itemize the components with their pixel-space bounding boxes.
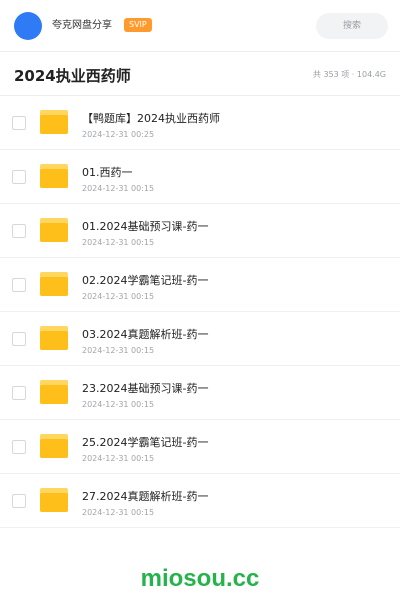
avatar[interactable] (14, 12, 42, 40)
folder-icon (40, 380, 68, 404)
list-item[interactable]: 01.西药一 2024-12-31 00:15 (0, 150, 400, 204)
file-date: 2024-12-31 00:25 (82, 130, 155, 139)
folder-icon (40, 110, 68, 134)
file-name: 27.2024真题解析班-药一 (82, 490, 209, 503)
top-bar: 夸克网盘分享 SVIP 搜索 (0, 0, 400, 52)
file-name: 03.2024真题解析班-药一 (82, 328, 209, 341)
file-list: 【鸭题库】2024执业西药师 2024-12-31 00:25 01.西药一 2… (0, 96, 400, 528)
row-checkbox[interactable] (12, 440, 26, 454)
file-date: 2024-12-31 00:15 (82, 292, 155, 301)
list-item[interactable]: 23.2024基础预习课-药一 2024-12-31 00:15 (0, 366, 400, 420)
file-date: 2024-12-31 00:15 (82, 238, 155, 247)
row-checkbox[interactable] (12, 116, 26, 130)
list-item[interactable]: 【鸭题库】2024执业西药师 2024-12-31 00:25 (0, 96, 400, 150)
file-date: 2024-12-31 00:15 (82, 400, 155, 409)
watermark: miosou.cc (140, 565, 260, 592)
list-item[interactable]: 25.2024学霸笔记班-药一 2024-12-31 00:15 (0, 420, 400, 474)
file-name: 01.西药一 (82, 166, 133, 179)
folder-icon (40, 488, 68, 512)
row-checkbox[interactable] (12, 494, 26, 508)
file-name: 25.2024学霸笔记班-药一 (82, 436, 209, 449)
folder-icon (40, 326, 68, 350)
file-date: 2024-12-31 00:15 (82, 454, 155, 463)
folder-icon (40, 218, 68, 242)
file-date: 2024-12-31 00:15 (82, 508, 155, 517)
row-checkbox[interactable] (12, 386, 26, 400)
list-item[interactable]: 27.2024真题解析班-药一 2024-12-31 00:15 (0, 474, 400, 528)
svip-badge: SVIP (124, 18, 152, 32)
list-item[interactable]: 01.2024基础预习课-药一 2024-12-31 00:15 (0, 204, 400, 258)
list-item[interactable]: 03.2024真题解析班-药一 2024-12-31 00:15 (0, 312, 400, 366)
username: 夸克网盘分享 (52, 20, 112, 31)
file-name: 02.2024学霸笔记班-药一 (82, 274, 209, 287)
list-item[interactable]: 02.2024学霸笔记班-药一 2024-12-31 00:15 (0, 258, 400, 312)
file-date: 2024-12-31 00:15 (82, 346, 155, 355)
folder-icon (40, 434, 68, 458)
row-checkbox[interactable] (12, 170, 26, 184)
file-name: 【鸭题库】2024执业西药师 (82, 112, 220, 125)
row-checkbox[interactable] (12, 278, 26, 292)
file-name: 01.2024基础预习课-药一 (82, 220, 209, 233)
page-title: 2024执业西药师 (14, 67, 131, 85)
search-input[interactable]: 搜索 (316, 13, 388, 39)
folder-header: 2024执业西药师 共 353 项 · 104.4G (0, 52, 400, 96)
item-summary: 共 353 项 · 104.4G (312, 70, 386, 79)
folder-icon (40, 272, 68, 296)
row-checkbox[interactable] (12, 332, 26, 346)
folder-icon (40, 164, 68, 188)
file-name: 23.2024基础预习课-药一 (82, 382, 209, 395)
file-date: 2024-12-31 00:15 (82, 184, 155, 193)
row-checkbox[interactable] (12, 224, 26, 238)
